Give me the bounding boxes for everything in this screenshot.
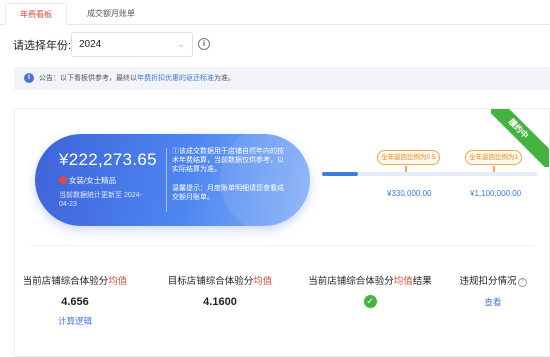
metric-title-text: 当前店铺综合体验分 bbox=[22, 276, 109, 287]
info-circle-icon: i bbox=[24, 73, 34, 83]
metric-title: 违规扣分情况? bbox=[443, 273, 543, 287]
metric-title: 目标店铺综合体验分均值 bbox=[155, 273, 285, 287]
turnover-amount: ¥222,273.65 bbox=[59, 150, 157, 169]
metric-title-text: 当前店铺综合体验分 bbox=[308, 276, 394, 287]
year-filter-label: 请选择年份: bbox=[13, 40, 72, 52]
metric-current-score: 当前店铺综合体验分均值 4.656 计算逻辑 bbox=[10, 273, 140, 327]
notice-text: 公告：以下看板供参考，最终以年费折扣优惠的返还标准为准。 bbox=[39, 73, 235, 83]
tab-bar: 年费看板 成交额月账单 bbox=[0, 0, 550, 25]
notice-prefix: 公告：以下看板供参考，最终以 bbox=[39, 75, 137, 82]
metric-score-result: 当前店铺综合体验分均值结果 ✓ bbox=[304, 273, 436, 309]
notice-link[interactable]: 年费折扣优惠的返还标准 bbox=[137, 75, 214, 82]
tab-monthly-bill[interactable]: 成交额月账单 bbox=[78, 3, 144, 25]
update-date-text: 当前数据统计更新至 2024-04-23 bbox=[59, 192, 142, 208]
milestone-tick-1 bbox=[405, 166, 407, 172]
milestone-badge-2: 全年返回比例为1 bbox=[465, 150, 523, 165]
info-icon: ⓘ bbox=[172, 148, 179, 155]
notice-bar: i 公告：以下看板供参考，最终以年费折扣优惠的返还标准为准。 bbox=[14, 67, 550, 90]
year-select[interactable]: 2024 ⌄ bbox=[71, 32, 193, 57]
tip-text: 温馨提示：月度账单明细请您查看成交额月账单。 bbox=[172, 185, 284, 201]
milestone-tick-2 bbox=[493, 166, 495, 172]
category-label: 女装/女士精品 bbox=[59, 175, 116, 186]
summary-banner: ¥222,273.65 女装/女士精品 当前数据统计更新至 2024-04-23… bbox=[35, 134, 310, 226]
metric-title-text: 目标店铺综合体验分 bbox=[167, 276, 254, 287]
question-circle-icon[interactable]: ? bbox=[517, 278, 527, 287]
tab-annual-fee-board[interactable]: 年费看板 bbox=[5, 3, 67, 25]
progress-track bbox=[322, 172, 537, 176]
explain-text: ⓘ该成交数据用于店铺自然年内的技术年费结算，当前数据仅供参考，以实际结算为准。 bbox=[172, 147, 290, 174]
metric-title-highlight: 均值 bbox=[253, 276, 273, 287]
annual-fee-card: 履约中 ¥222,273.65 女装/女士精品 当前数据统计更新至 2024-0… bbox=[14, 108, 550, 357]
page: 年费看板 成交额月账单 请选择年份: 2024 ⌄ i i 公告：以下看板供参考… bbox=[0, 0, 550, 357]
category-icon bbox=[59, 176, 67, 184]
metric-violations: 违规扣分情况? 查看 bbox=[443, 273, 543, 308]
view-violations-link[interactable]: 查看 bbox=[443, 296, 543, 308]
chevron-down-icon: ⌄ bbox=[177, 39, 185, 49]
card-divider bbox=[30, 245, 535, 246]
milestone-value-1: ¥330,000.00 bbox=[387, 189, 432, 198]
explain-body: 该成交数据用于店铺自然年内的技术年费结算，当前数据仅供参考，以实际结算为准。 bbox=[172, 148, 284, 173]
calc-logic-link[interactable]: 计算逻辑 bbox=[10, 315, 140, 327]
check-circle-icon: ✓ bbox=[363, 295, 377, 308]
milestone-badge-1: 全年返回比例为0.5 bbox=[377, 150, 440, 165]
notice-suffix: 为准。 bbox=[214, 75, 235, 82]
milestone-value-2: ¥1,100,000.00 bbox=[470, 189, 522, 198]
metric-value: 4.656 bbox=[61, 296, 89, 308]
metric-title-highlight: 均值 bbox=[393, 276, 413, 287]
metric-title-suffix: 结果 bbox=[412, 276, 432, 287]
progress-fill bbox=[322, 172, 358, 176]
category-text: 女装/女士精品 bbox=[69, 176, 117, 185]
metric-target-score: 目标店铺综合体验分均值 4.1600 bbox=[155, 273, 285, 308]
year-select-value: 2024 bbox=[79, 39, 102, 50]
metric-value: 4.1600 bbox=[203, 296, 237, 308]
metric-title: 当前店铺综合体验分均值 bbox=[10, 273, 140, 287]
metric-title: 当前店铺综合体验分均值结果 bbox=[304, 273, 436, 287]
banner-divider bbox=[166, 148, 167, 212]
metric-title-text: 违规扣分情况 bbox=[459, 276, 517, 287]
info-icon[interactable]: i bbox=[198, 38, 210, 50]
metric-title-highlight: 均值 bbox=[108, 276, 128, 287]
